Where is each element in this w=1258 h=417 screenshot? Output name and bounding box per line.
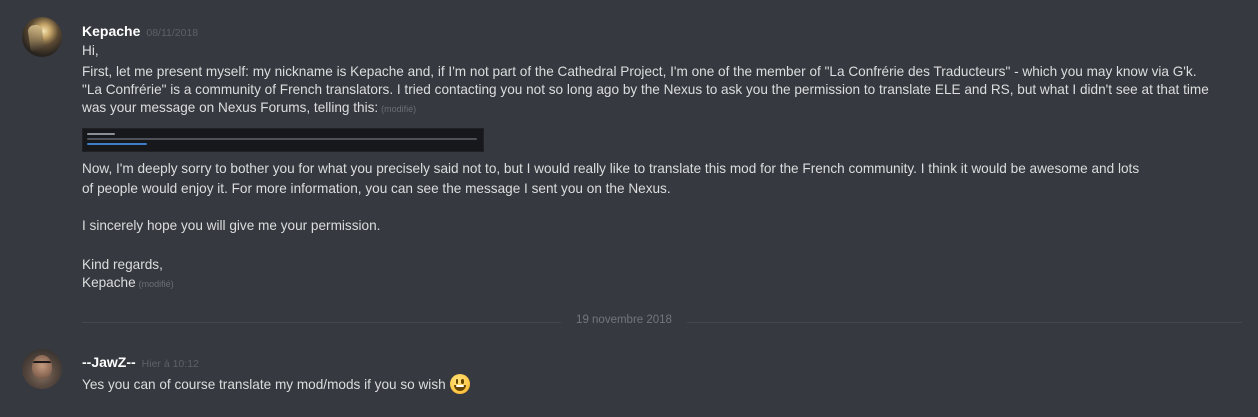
- divider-rule: [82, 322, 561, 323]
- date-divider: 19 novembre 2018: [82, 314, 1242, 326]
- divider-date-label: 19 novembre 2018: [576, 314, 672, 326]
- username-kepache[interactable]: Kepache: [82, 23, 140, 39]
- message-line: Yes you can of course translate my mod/m…: [82, 377, 446, 392]
- message-line: "La Confrérie" is a community of French …: [82, 82, 1209, 97]
- message-line: Now, I'm deeply sorry to bother you for …: [82, 161, 1140, 176]
- avatar-jawz[interactable]: [22, 349, 62, 389]
- message-timestamp: 08/11/2018: [146, 27, 199, 39]
- message-header: Kepache 08/11/2018: [82, 21, 198, 40]
- message-line-with-emoji: Yes you can of course translate my mod/m…: [82, 374, 470, 394]
- message-line: I sincerely hope you will give me your p…: [82, 218, 381, 233]
- message-timestamp: Hier à 10:12: [141, 358, 199, 370]
- message-line: Kepache: [82, 275, 136, 290]
- message-line-with-edit: Kepache (modifié): [82, 274, 174, 293]
- divider-rule: [687, 322, 1242, 323]
- embedded-forum-screenshot[interactable]: [82, 128, 484, 152]
- message-line: of people would enjoy it. For more infor…: [82, 181, 671, 196]
- message-line: Kind regards,: [82, 257, 163, 272]
- username-jawz[interactable]: --JawZ--: [82, 354, 136, 370]
- avatar-kepache[interactable]: [22, 17, 62, 57]
- message-line: Hi,: [82, 43, 99, 58]
- message-line: First, let me present myself: my nicknam…: [82, 64, 1197, 79]
- smiley-emoji-icon[interactable]: [449, 374, 470, 394]
- message-line-with-edit: was your message on Nexus Forums, tellin…: [82, 99, 416, 118]
- message-header: --JawZ-- Hier à 10:12: [82, 352, 199, 371]
- edited-label: (modifié): [138, 279, 174, 289]
- message-line: was your message on Nexus Forums, tellin…: [82, 100, 379, 115]
- edited-label: (modifié): [381, 104, 417, 114]
